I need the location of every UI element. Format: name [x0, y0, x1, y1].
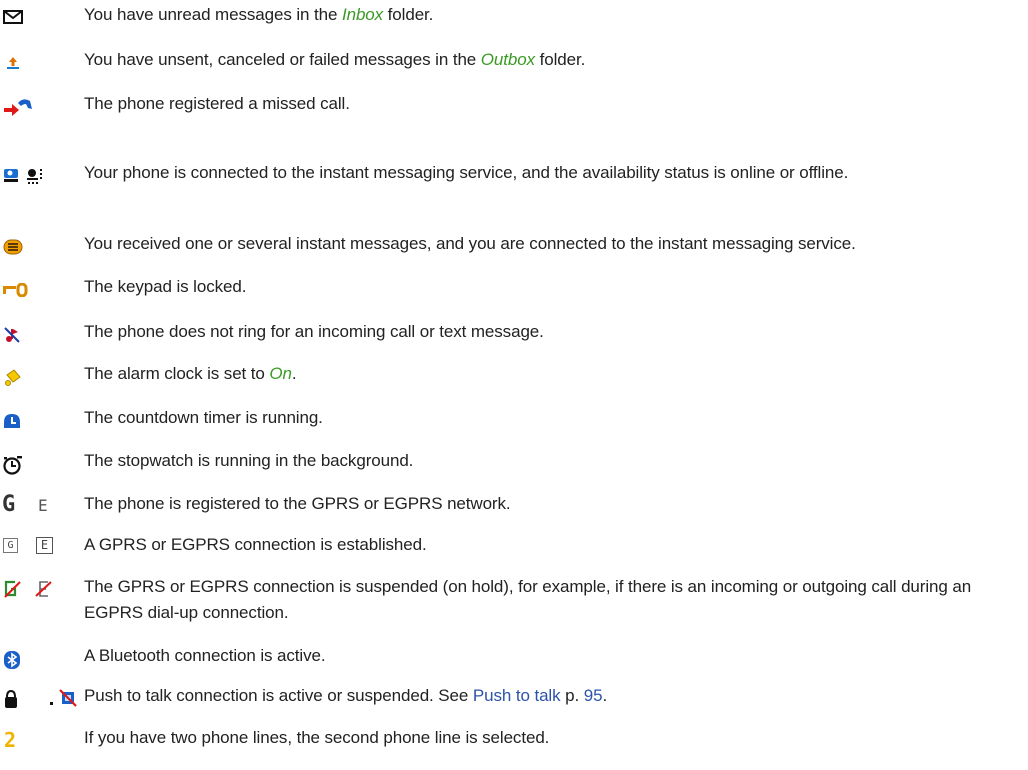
- envelope-icon: [3, 10, 23, 24]
- row-text: The keypad is locked.: [84, 277, 247, 296]
- gprs-g-icon: G: [2, 492, 16, 517]
- row-text: Push to talk connection is active or sus…: [84, 686, 608, 705]
- alarm-bell-icon: [5, 369, 21, 386]
- stopwatch-icon: [3, 456, 22, 475]
- row-text: The stopwatch is running in the backgrou…: [84, 451, 414, 470]
- silent-note-icon: [4, 327, 20, 343]
- row-text: The countdown timer is running.: [84, 408, 323, 427]
- instant-messaging-status-icon: [4, 169, 42, 184]
- alarm-on-value: On: [269, 364, 292, 383]
- gprs-suspended-icon: [0, 574, 80, 604]
- countdown-timer-icon: [4, 414, 20, 428]
- ptt-handset-icon: [5, 689, 17, 708]
- page-number-link[interactable]: 95: [584, 686, 603, 705]
- outbox-upload-icon: [7, 57, 19, 69]
- inbox-folder-name: Inbox: [341, 5, 384, 24]
- gprs-suspended-g-icon: [4, 580, 21, 598]
- row-text: You received one or several instant mess…: [84, 234, 856, 253]
- instant-message-icon: [3, 239, 23, 255]
- row-text: A GPRS or EGPRS connection is establishe…: [84, 535, 427, 554]
- ptt-suspended-icon: [50, 689, 77, 707]
- egprs-e-icon: E: [38, 496, 48, 515]
- missed-call-icon: [4, 99, 32, 116]
- row-text: If you have two phone lines, the second …: [84, 728, 550, 747]
- gprs-registered-icon: G E: [0, 491, 80, 521]
- bluetooth-icon: [4, 651, 20, 669]
- row-text: The phone does not ring for an incoming …: [84, 322, 544, 341]
- row-text: A Bluetooth connection is active.: [84, 646, 326, 665]
- row-text: The phone registered a missed call.: [84, 94, 350, 113]
- egprs-box-icon: E: [36, 537, 53, 554]
- outbox-folder-name: Outbox: [480, 50, 535, 69]
- line-two-icon: 2: [4, 728, 17, 752]
- push-to-talk-link[interactable]: Push to talk: [473, 686, 561, 705]
- gprs-connection-icon: G E: [0, 532, 80, 562]
- row-text: The alarm clock is set to On.: [84, 364, 297, 383]
- row-text: The GPRS or EGPRS connection is suspende…: [84, 577, 972, 622]
- row-text: Your phone is connected to the instant m…: [84, 163, 849, 182]
- egprs-suspended-e-icon: [35, 581, 52, 597]
- push-to-talk-icon: [0, 683, 80, 713]
- row-text: You have unsent, canceled or failed mess…: [84, 50, 586, 69]
- row-text: The phone is registered to the GPRS or E…: [84, 494, 511, 513]
- gprs-box-icon: G: [3, 538, 18, 553]
- icon-reference-document: You have unread messages in the Inbox fo…: [0, 0, 1028, 770]
- key-icon: [3, 283, 28, 297]
- row-text: You have unread messages in the Inbox fo…: [84, 5, 434, 24]
